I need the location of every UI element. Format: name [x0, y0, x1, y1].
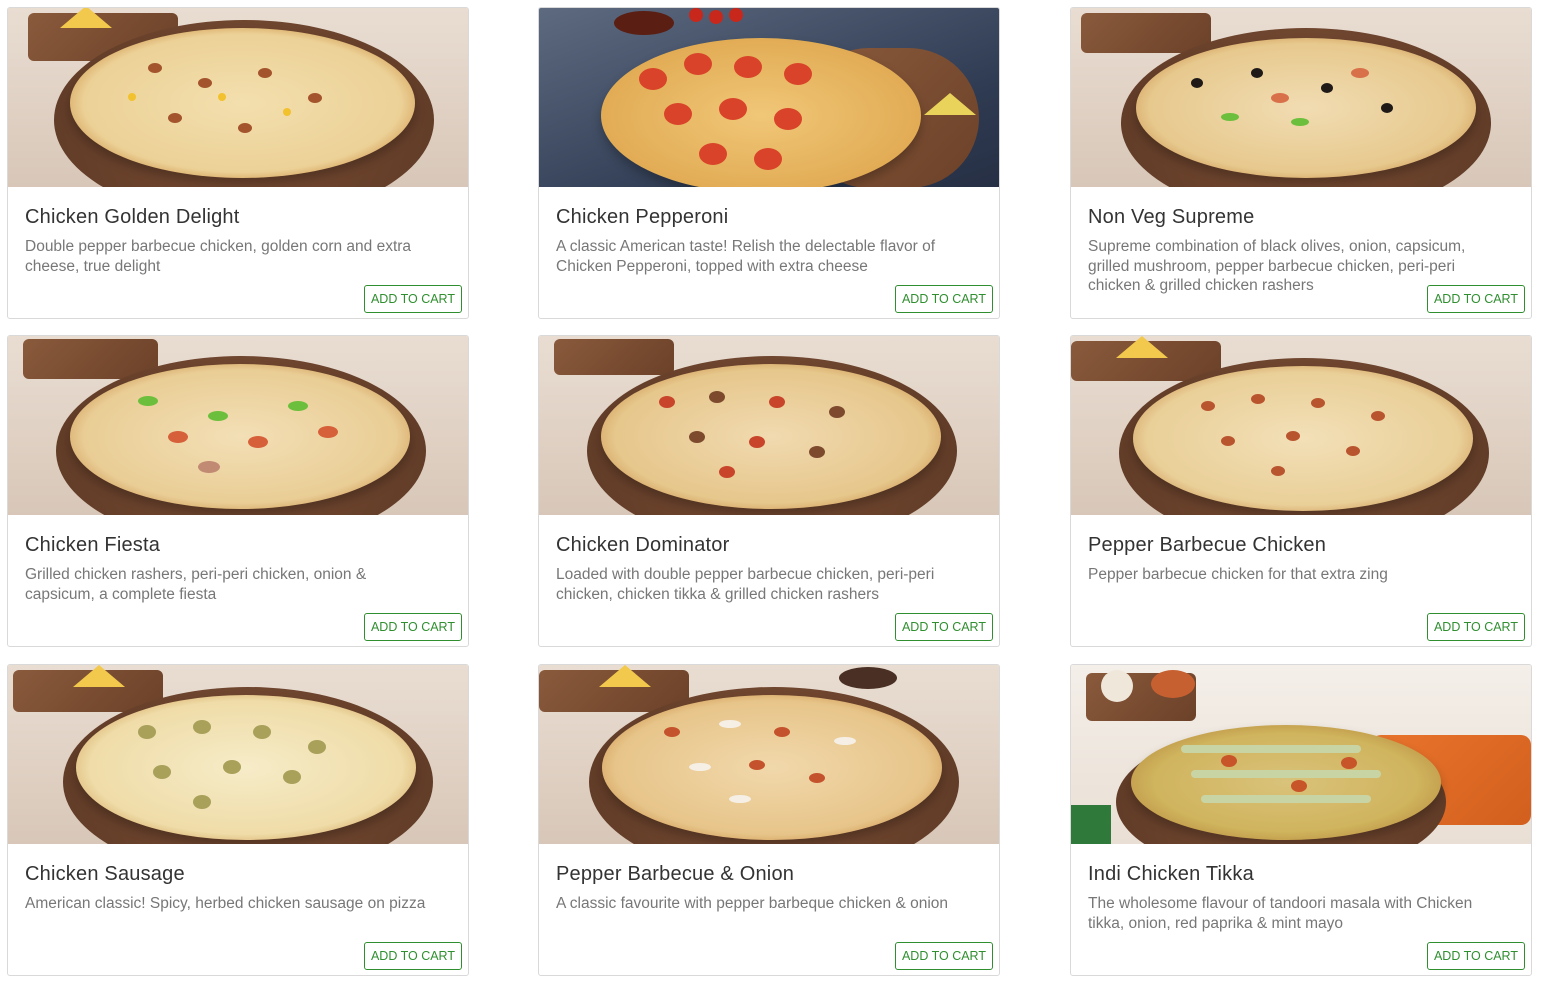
product-description: Double pepper barbecue chicken, golden c…: [25, 238, 412, 275]
product-description: A classic favourite with pepper barbeque…: [556, 895, 949, 912]
product-title: Pepper Barbecue & Onion: [556, 863, 795, 885]
product-description: Loaded with double pepper barbecue chick…: [556, 566, 935, 603]
add-to-cart-button[interactable]: ADD TO CART: [363, 613, 462, 641]
add-to-cart-button[interactable]: ADD TO CART: [894, 942, 993, 970]
product-title: Pepper Barbecue Chicken: [1088, 534, 1327, 556]
product-description: The wholesome flavour of tandoori masala…: [1088, 895, 1473, 932]
product-card: Pepper Barbecue & Onion A classic favour…: [538, 664, 1000, 976]
add-to-cart-button[interactable]: ADD TO CART: [894, 285, 993, 313]
product-image[interactable]: [8, 336, 468, 515]
product-description: American classic! Spicy, herbed chicken …: [25, 895, 426, 912]
product-image[interactable]: [1071, 8, 1531, 187]
product-image[interactable]: [539, 8, 999, 187]
product-card: Indi Chicken Tikka The wholesome flavour…: [1070, 664, 1532, 976]
product-image[interactable]: [8, 665, 468, 844]
product-card: Chicken Dominator Loaded with double pep…: [538, 335, 1000, 647]
product-description: Pepper barbecue chicken for that extra z…: [1088, 566, 1388, 583]
product-description: Grilled chicken rashers, peri-peri chick…: [25, 566, 367, 603]
product-image[interactable]: [1071, 665, 1531, 844]
product-card: Chicken Fiesta Grilled chicken rashers, …: [7, 335, 469, 647]
product-card: Chicken Sausage American classic! Spicy,…: [7, 664, 469, 976]
product-description: A classic American taste! Relish the del…: [556, 238, 936, 275]
product-image[interactable]: [539, 336, 999, 515]
product-card: Pepper Barbecue Chicken Pepper barbecue …: [1070, 335, 1532, 647]
product-card: Chicken Golden Delight Double pepper bar…: [7, 7, 469, 319]
add-to-cart-button[interactable]: ADD TO CART: [1426, 942, 1525, 970]
add-to-cart-button[interactable]: ADD TO CART: [894, 613, 993, 641]
product-image[interactable]: [1071, 336, 1531, 515]
product-title: Chicken Sausage: [25, 863, 185, 885]
product-title: Chicken Dominator: [556, 534, 730, 556]
product-image[interactable]: [8, 8, 468, 187]
add-to-cart-button[interactable]: ADD TO CART: [363, 942, 462, 970]
add-to-cart-button[interactable]: ADD TO CART: [363, 285, 462, 313]
product-image[interactable]: [539, 665, 999, 844]
product-title: Non Veg Supreme: [1088, 206, 1255, 228]
add-to-cart-button[interactable]: ADD TO CART: [1426, 613, 1525, 641]
product-card: Non Veg Supreme Supreme combination of b…: [1070, 7, 1532, 319]
product-card: Chicken Pepperoni A classic American tas…: [538, 7, 1000, 319]
product-title: Chicken Pepperoni: [556, 206, 729, 228]
product-title: Chicken Golden Delight: [25, 206, 240, 228]
product-grid: Chicken Golden Delight Double pepper bar…: [0, 0, 1542, 986]
add-to-cart-button[interactable]: ADD TO CART: [1426, 285, 1525, 313]
product-title: Chicken Fiesta: [25, 534, 161, 556]
product-title: Indi Chicken Tikka: [1088, 863, 1254, 885]
